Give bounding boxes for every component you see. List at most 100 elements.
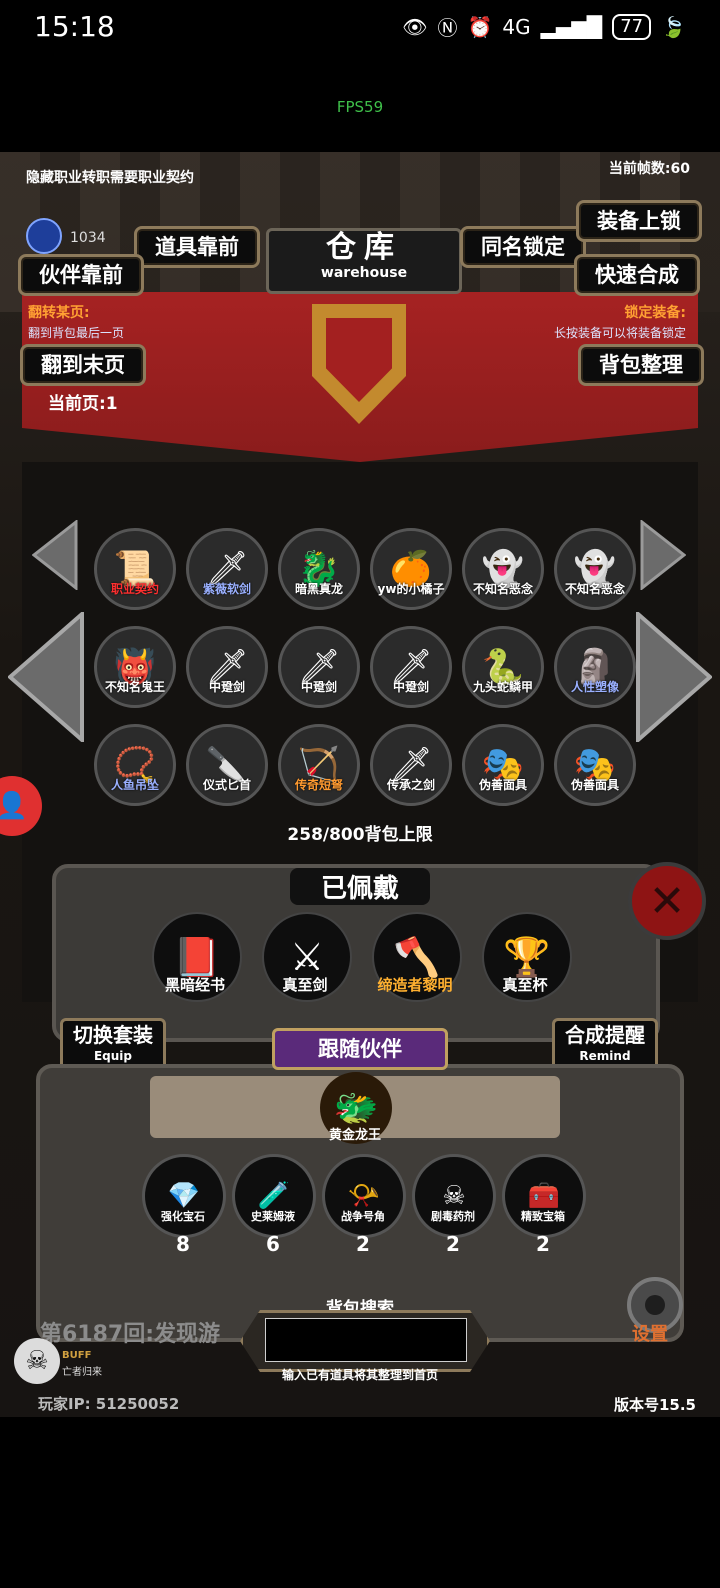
close-icon: ✕ [648, 875, 686, 927]
bag-item-label: 中跫剑 [300, 680, 337, 694]
current-page: 当前页:1 [48, 394, 118, 414]
beast-icon[interactable]: 👹 [94, 626, 176, 708]
search-input[interactable] [265, 1318, 467, 1362]
pendant-icon[interactable]: 📿 [94, 724, 176, 806]
sword-icon[interactable]: 🗡 [278, 626, 360, 708]
orange-icon[interactable]: 🍊 [370, 528, 452, 610]
bag-item-label: 人性塑像 [570, 680, 619, 694]
leaf-icon: 🍃 [661, 14, 686, 39]
bag-item-label: yw的小橘子 [377, 582, 445, 596]
bag-item-label: 不知名鬼王 [104, 680, 165, 694]
status-bar: 15:18 👁 Ⓝ ⏰ 4G ▂▄▆█ 77 🍃 [0, 0, 720, 56]
sword-icon[interactable]: 🗡 [370, 626, 452, 708]
equipped-item-label: 真至剑 [282, 976, 328, 994]
consumable-count: 2 [536, 1232, 550, 1256]
merge-remind-en: Remind [579, 1049, 631, 1063]
flip-desc: 翻到背包最后一页 [28, 326, 125, 340]
equip-lock-button[interactable]: 装备上锁 [576, 200, 702, 242]
sword-icon[interactable]: 🗡 [370, 724, 452, 806]
quick-merge-button[interactable]: 快速合成 [574, 254, 700, 296]
buff-label: BUFF [62, 1350, 92, 1361]
statue-icon[interactable]: 🗿 [554, 626, 636, 708]
fps-overlay: FPS59 [336, 98, 384, 116]
network-label: 4G [502, 14, 531, 39]
dagger-icon[interactable]: 🔪 [186, 724, 268, 806]
consumable-count: 6 [266, 1232, 280, 1256]
partner-title: 跟随伙伴 [272, 1028, 448, 1070]
settings-label[interactable]: 设置 [632, 1320, 668, 1346]
bag-item-label: 不知名恶念 [472, 582, 533, 596]
skull-icon[interactable]: ☠ [14, 1338, 60, 1384]
header-hint: 隐藏职业转职需要职业契约 [26, 170, 194, 186]
ice-dragon-icon[interactable]: 🐉 [278, 528, 360, 610]
nfc-icon: Ⓝ [437, 16, 458, 40]
partner-front-button[interactable]: 伙伴靠前 [18, 254, 144, 296]
equipped-item-label: 黑暗经书 [164, 976, 225, 994]
consumable-label: 精致宝箱 [521, 1210, 565, 1223]
frame-count: 当前帧数:60 [608, 161, 690, 177]
warehouse-title: 仓库 warehouse [266, 228, 462, 294]
bag-item-label: 人鱼吊坠 [110, 778, 159, 792]
bag-item-label: 暗黑真龙 [294, 582, 343, 596]
buff-sub: 亡者归来 [62, 1367, 102, 1378]
crystal-icon [26, 218, 62, 254]
bag-item-label: 九头蛇鳞甲 [472, 680, 533, 694]
equipped-item-label: 真至杯 [502, 976, 548, 994]
bag-sort-button[interactable]: 背包整理 [578, 344, 704, 386]
sword-icon[interactable]: 🗡 [186, 626, 268, 708]
equipped-title: 已佩戴 [290, 868, 430, 905]
horn-icon[interactable]: 📯 [322, 1154, 406, 1238]
bag-item-label: 传奇短弩 [294, 778, 343, 792]
gem-icon[interactable]: 💎 [142, 1154, 226, 1238]
chest-icon[interactable]: 🧰 [502, 1154, 586, 1238]
consumable-count: 2 [356, 1232, 370, 1256]
consumable-count: 2 [446, 1232, 460, 1256]
bag-capacity: 258/800背包上限 [287, 825, 433, 845]
scroll-icon[interactable]: 📜 [94, 528, 176, 610]
bag-item-label: 仪式匕首 [202, 778, 251, 792]
to-last-page-button[interactable]: 翻到末页 [20, 344, 146, 386]
poison-icon[interactable]: ☠ [412, 1154, 496, 1238]
flip-label: 翻转某页: [28, 305, 90, 321]
player-ip: 玩家IP: 51250052 [38, 1395, 180, 1413]
name-lock-button[interactable]: 同名锁定 [460, 226, 586, 268]
potion-icon[interactable]: 🧪 [232, 1154, 316, 1238]
next-page-arrow-icon[interactable] [636, 612, 712, 742]
mask-icon[interactable]: 🎭 [554, 724, 636, 806]
bag-item-label: 不知名恶念 [564, 582, 625, 596]
status-icons: 👁 Ⓝ ⏰ 4G ▂▄▆█ 77 🍃 [402, 12, 686, 41]
bag-item-label: 伪善面具 [478, 778, 527, 792]
next-small-arrow-icon[interactable] [640, 520, 686, 590]
crossbow-icon[interactable]: 🏹 [278, 724, 360, 806]
battery-icon: 77 [612, 13, 652, 40]
status-time: 15:18 [34, 10, 115, 43]
bag-item-label: 中跫剑 [392, 680, 429, 694]
prev-small-arrow-icon[interactable] [32, 520, 78, 590]
bag-item-label: 紫薇软剑 [202, 582, 251, 596]
eye-icon: 👁 [402, 14, 428, 39]
game-canvas: 隐藏职业转职需要职业契约 当前帧数:60 1034 仓库 warehouse 道… [0, 152, 720, 1417]
bag-item-label: 伪善面具 [570, 778, 619, 792]
items-front-button[interactable]: 道具靠前 [134, 226, 260, 268]
consumable-label: 战争号角 [341, 1210, 385, 1223]
switch-set-label: 切换套装 [73, 1023, 153, 1047]
bag-item-label: 传承之剑 [386, 778, 435, 792]
signal-icon: ▂▄▆█ [540, 14, 603, 39]
staff-icon[interactable]: 🗡 [186, 528, 268, 610]
ghost-icon[interactable]: 👻 [462, 528, 544, 610]
title-en: warehouse [320, 265, 408, 281]
close-button[interactable]: ✕ [628, 862, 706, 940]
consumable-label: 史莱姆液 [251, 1210, 295, 1223]
version-label: 版本号15.5 [613, 1396, 696, 1414]
crystal-count: 1034 [70, 230, 106, 246]
prev-page-arrow-icon[interactable] [8, 612, 84, 742]
alarm-icon: ⏰ [467, 14, 493, 39]
title-cn: 仓库 [326, 230, 402, 265]
consumable-label: 强化宝石 [161, 1210, 205, 1223]
hydra-armor-icon[interactable]: 🐍 [462, 626, 544, 708]
bag-item-label: 职业契约 [110, 582, 159, 596]
mask-icon[interactable]: 🎭 [462, 724, 544, 806]
ghost-icon[interactable]: 👻 [554, 528, 636, 610]
switch-set-en: Equip [93, 1049, 133, 1063]
bag-item-label: 中跫剑 [208, 680, 245, 694]
